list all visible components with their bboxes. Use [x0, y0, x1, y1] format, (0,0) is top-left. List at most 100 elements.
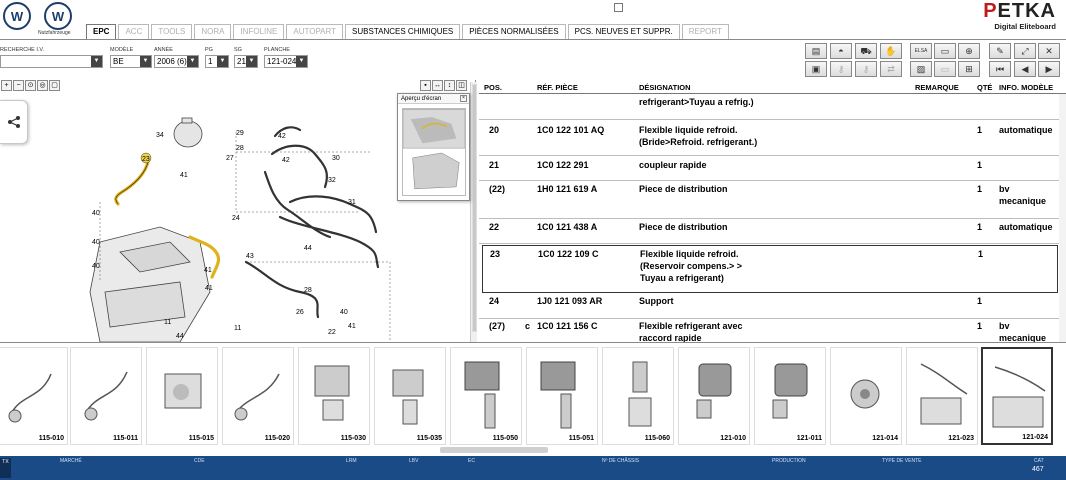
- pg-select[interactable]: 1 ▼: [205, 55, 229, 68]
- callout[interactable]: 22: [328, 329, 336, 336]
- note-button[interactable]: ▭: [934, 61, 956, 77]
- table-row[interactable]: 21 1C0 122 291 coupleur rapide 1: [479, 156, 1066, 181]
- fit-width-icon[interactable]: ↔: [432, 80, 443, 91]
- tab-nora[interactable]: NORA: [194, 24, 232, 39]
- tab-pcs-neuves[interactable]: PCS. NEUVES ET SUPPR.: [567, 24, 680, 39]
- plate-thumbnail[interactable]: 115-051: [526, 347, 598, 445]
- split-view-icon[interactable]: ◫: [456, 80, 467, 91]
- planche-select[interactable]: 121-024 ▼: [264, 55, 308, 68]
- col-ref[interactable]: RÉF. PIÈCE: [537, 83, 578, 92]
- document-button[interactable]: ▭: [934, 43, 956, 59]
- window-restore-icon[interactable]: [614, 3, 623, 12]
- callout[interactable]: 30: [332, 155, 340, 162]
- callout[interactable]: 44: [176, 333, 184, 340]
- key-button[interactable]: ⚷: [830, 61, 852, 77]
- table-row[interactable]: (22) 1H0 121 619 A Piece de distribution…: [479, 181, 1066, 219]
- tab-infoline[interactable]: INFOLINE: [233, 24, 285, 39]
- tab-report[interactable]: REPORT: [681, 24, 729, 39]
- cart-button[interactable]: ⊞: [958, 61, 980, 77]
- col-designation[interactable]: DÉSIGNATION: [639, 83, 691, 92]
- close-button[interactable]: ✕: [1038, 43, 1060, 59]
- plate-thumbnail[interactable]: 115-050: [450, 347, 522, 445]
- zoom-reset-icon[interactable]: ◎: [37, 80, 48, 91]
- plate-thumbnail[interactable]: 115-010: [0, 347, 68, 445]
- plate-thumbnail[interactable]: 115-030: [298, 347, 370, 445]
- annee-select[interactable]: 2006 (6) ▼: [154, 55, 199, 68]
- exploded-parts-diagram[interactable]: 34 29 23 28 27 42 42 30 41 32 31 40 24 4…: [60, 92, 400, 342]
- callout[interactable]: 11: [164, 319, 171, 326]
- image-button[interactable]: ▨: [910, 61, 932, 77]
- handshake-button[interactable]: ✋: [880, 43, 902, 59]
- key2-button[interactable]: ⚷: [855, 61, 877, 77]
- callout[interactable]: 29: [236, 130, 244, 137]
- col-remarque[interactable]: REMARQUE: [915, 83, 959, 92]
- zoom-in-icon[interactable]: +: [1, 80, 12, 91]
- plate-thumbnail[interactable]: 121-014: [830, 347, 902, 445]
- callout[interactable]: 28: [236, 145, 244, 152]
- callout[interactable]: 42: [278, 133, 286, 140]
- zoom-area-icon[interactable]: ▢: [49, 80, 60, 91]
- plate-thumbnail-selected[interactable]: 121-024: [981, 347, 1053, 445]
- callout[interactable]: 34: [156, 132, 164, 139]
- fit-height-icon[interactable]: ↕: [444, 80, 455, 91]
- vehicle-button[interactable]: ⛟: [855, 43, 877, 59]
- col-info[interactable]: INFO. MODÈLE: [999, 83, 1053, 92]
- sg-select[interactable]: 21 ▼: [234, 55, 258, 68]
- thumbnail-horizontal-scrollbar[interactable]: [440, 447, 548, 453]
- diagram-vertical-scrollbar[interactable]: [470, 82, 477, 342]
- tab-autopart[interactable]: AUTOPART: [286, 24, 344, 39]
- cart-add-button[interactable]: ⊕: [958, 43, 980, 59]
- col-pos[interactable]: POS.: [484, 83, 502, 92]
- table-row[interactable]: (27) c 1C0 121 156 C Flexible refrigeran…: [479, 319, 1066, 342]
- table-row[interactable]: 22 1C0 121 438 A Piece de distribution 1…: [479, 219, 1066, 244]
- zoom-button[interactable]: ⤢: [1014, 43, 1036, 59]
- callout[interactable]: 40: [92, 239, 100, 246]
- transfer-button[interactable]: ⇄: [880, 61, 902, 77]
- callout[interactable]: 26: [296, 309, 304, 316]
- callout-23[interactable]: 23: [142, 156, 150, 163]
- callout[interactable]: 40: [92, 263, 100, 270]
- first-page-button[interactable]: ⏮: [989, 61, 1011, 77]
- callout[interactable]: 28: [304, 287, 312, 294]
- plate-thumbnail[interactable]: 121-023: [906, 347, 978, 445]
- callout[interactable]: 41: [180, 172, 188, 179]
- callout[interactable]: 32: [328, 177, 336, 184]
- zoom-out-icon[interactable]: −: [13, 80, 24, 91]
- elsa-button[interactable]: ELSA: [910, 43, 932, 59]
- plate-thumbnail[interactable]: 115-011: [70, 347, 142, 445]
- table-vertical-scrollbar[interactable]: [1059, 94, 1066, 342]
- plate-thumbnail[interactable]: 115-015: [146, 347, 218, 445]
- tab-tools[interactable]: TOOLS: [151, 24, 193, 39]
- close-icon[interactable]: ×: [460, 95, 467, 102]
- plate-thumbnail[interactable]: 115-035: [374, 347, 446, 445]
- table-row[interactable]: 20 1C0 122 101 AQ Flexible liquide refro…: [479, 120, 1066, 156]
- callout[interactable]: 40: [92, 210, 100, 217]
- overview-panel[interactable]: Aperçu d'écran ×: [397, 93, 470, 201]
- callout[interactable]: 41: [204, 267, 212, 274]
- share-button[interactable]: [0, 100, 28, 144]
- callout[interactable]: 41: [348, 323, 356, 330]
- col-qte[interactable]: QTÉ: [977, 83, 992, 92]
- callout[interactable]: 44: [304, 245, 312, 252]
- zoom-fit-icon[interactable]: ⊙: [25, 80, 36, 91]
- plate-thumbnail[interactable]: 115-020: [222, 347, 294, 445]
- table-row[interactable]: refrigerant>Tuyau a refrig.): [479, 94, 1066, 120]
- callout[interactable]: 24: [232, 215, 240, 222]
- callout[interactable]: 41: [205, 285, 213, 292]
- print-button[interactable]: ▤: [805, 43, 827, 59]
- recherche-select[interactable]: ▼: [0, 55, 103, 68]
- plate-thumbnail[interactable]: 121-010: [678, 347, 750, 445]
- next-page-button[interactable]: ▶: [1038, 61, 1060, 77]
- overview-thumbnail[interactable]: [402, 108, 466, 196]
- tab-acc[interactable]: ACC: [118, 24, 150, 39]
- table-row-selected[interactable]: 23 1C0 122 109 C Flexible liquide refroi…: [482, 245, 1058, 293]
- callout[interactable]: 27: [226, 155, 234, 162]
- callout[interactable]: 11: [234, 325, 241, 332]
- previous-page-button[interactable]: ◀: [1014, 61, 1036, 77]
- plate-thumbnail[interactable]: 121-011: [754, 347, 826, 445]
- callout[interactable]: 42: [282, 157, 290, 164]
- modele-select[interactable]: BE ▼: [110, 55, 152, 68]
- pin-button[interactable]: ✎: [989, 43, 1011, 59]
- monitor-button[interactable]: ▣: [805, 61, 827, 77]
- tab-substances-chimiques[interactable]: SUBSTANCES CHIMIQUES: [345, 24, 461, 39]
